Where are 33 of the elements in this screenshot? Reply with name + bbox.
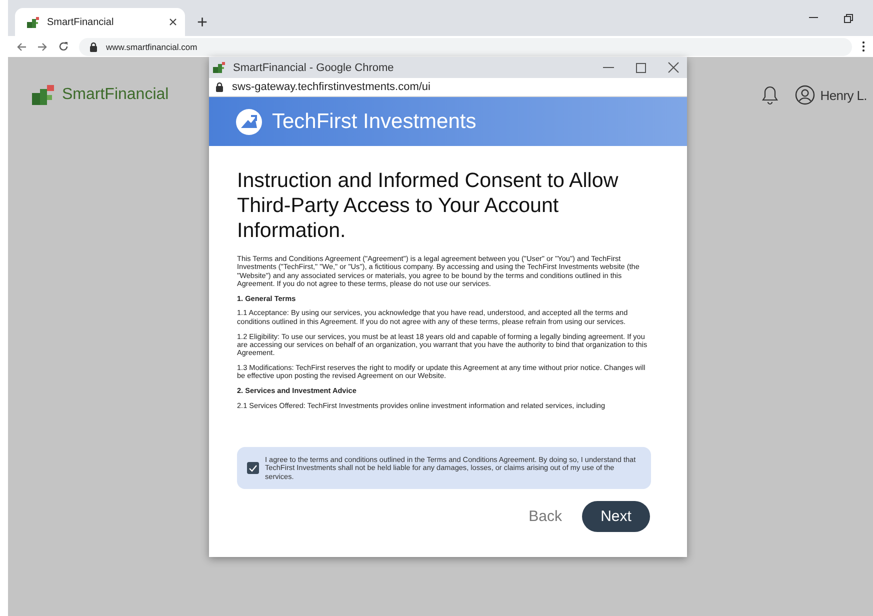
consent-heading: Instruction and Informed Consent to Allow Third-Party Access to Your Account Information.: [237, 168, 620, 243]
next-button[interactable]: Next: [582, 500, 650, 532]
url-text: sws-gateway.techfirstinvestments.com/ui: [232, 81, 430, 93]
check-icon: [249, 464, 257, 472]
new-tab-button[interactable]: +: [193, 8, 212, 36]
lock-icon: [215, 82, 224, 92]
reload-icon[interactable]: [58, 41, 69, 52]
address-bar[interactable]: www.smartfinancial.com: [79, 38, 852, 56]
back-arrow-icon[interactable]: [16, 42, 27, 52]
favicon-icon: [27, 16, 39, 28]
minimize-icon[interactable]: [809, 17, 818, 19]
user-icon[interactable]: [795, 85, 816, 105]
window-title: SmartFinancial - Google Chrome: [233, 62, 394, 74]
brand-logo-icon: [236, 108, 262, 134]
menu-icon[interactable]: [862, 41, 865, 52]
checkbox[interactable]: [247, 462, 259, 474]
url-text: www.smartfinancial.com: [106, 42, 198, 52]
lock-icon: [89, 42, 98, 52]
minimize-icon[interactable]: [603, 66, 614, 68]
close-icon[interactable]: [668, 62, 679, 73]
favicon-icon: [213, 62, 225, 73]
bell-icon[interactable]: [761, 85, 780, 105]
tab-title: SmartFinancial: [47, 16, 115, 28]
user-name[interactable]: Henry L.: [820, 88, 867, 102]
brand-name: TechFirst Investments: [272, 110, 476, 134]
back-button[interactable]: Back: [524, 504, 566, 529]
restore-icon[interactable]: [844, 14, 853, 22]
maximize-icon[interactable]: [636, 62, 646, 72]
browser-tab[interactable]: SmartFinancial: [15, 8, 185, 36]
forward-arrow-icon[interactable]: [37, 42, 48, 52]
logo-icon: [32, 85, 54, 105]
close-icon[interactable]: [169, 18, 177, 26]
logo-text: SmartFinancial: [62, 86, 169, 104]
